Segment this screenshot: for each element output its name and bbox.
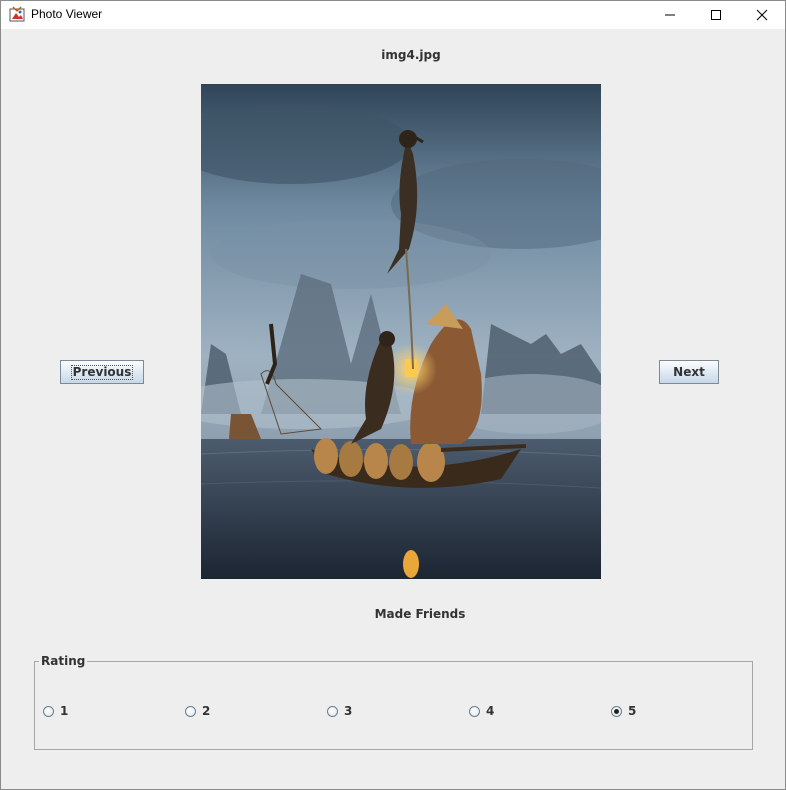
window-title: Photo Viewer [31, 7, 103, 21]
rating-option-4[interactable]: 4 [469, 704, 494, 718]
java-app-icon [9, 6, 25, 22]
radio-selected-icon[interactable] [611, 705, 622, 717]
rating-panel-title: Rating [39, 654, 88, 668]
close-icon [756, 9, 768, 21]
rating-option-5[interactable]: 5 [611, 704, 636, 718]
rating-option-label: 5 [628, 704, 637, 718]
rating-option-label: 1 [60, 704, 69, 718]
maximize-button[interactable] [693, 1, 739, 29]
rating-option-1[interactable]: 1 [43, 704, 68, 718]
close-button[interactable] [739, 1, 785, 29]
content-pane: img4.jpg Previous Next Made Friends Rati… [1, 29, 785, 789]
next-button-label: Next [673, 365, 705, 379]
rating-option-label: 3 [344, 704, 353, 718]
rating-panel: Rating 1 2 3 4 5 [34, 654, 753, 750]
rating-option-label: 4 [486, 704, 495, 718]
radio-icon[interactable] [43, 705, 54, 717]
minimize-icon [665, 14, 675, 16]
radio-icon[interactable] [327, 705, 338, 717]
previous-button-label: Previous [70, 364, 134, 380]
radio-icon[interactable] [185, 705, 196, 717]
rating-option-2[interactable]: 2 [185, 704, 210, 718]
previous-button[interactable]: Previous [60, 360, 144, 384]
photo-caption: Made Friends [374, 607, 466, 621]
minimize-button[interactable] [647, 1, 693, 29]
title-bar[interactable]: Photo Viewer [1, 1, 785, 29]
photo-image [201, 84, 601, 579]
photo-viewer-window: Photo Viewer img4.jpg Previous Next Made… [0, 0, 786, 790]
maximize-icon [711, 10, 721, 20]
rating-option-3[interactable]: 3 [327, 704, 352, 718]
radio-icon[interactable] [469, 705, 480, 717]
next-button[interactable]: Next [659, 360, 719, 384]
rating-option-label: 2 [202, 704, 211, 718]
filename-label: img4.jpg [381, 48, 441, 62]
